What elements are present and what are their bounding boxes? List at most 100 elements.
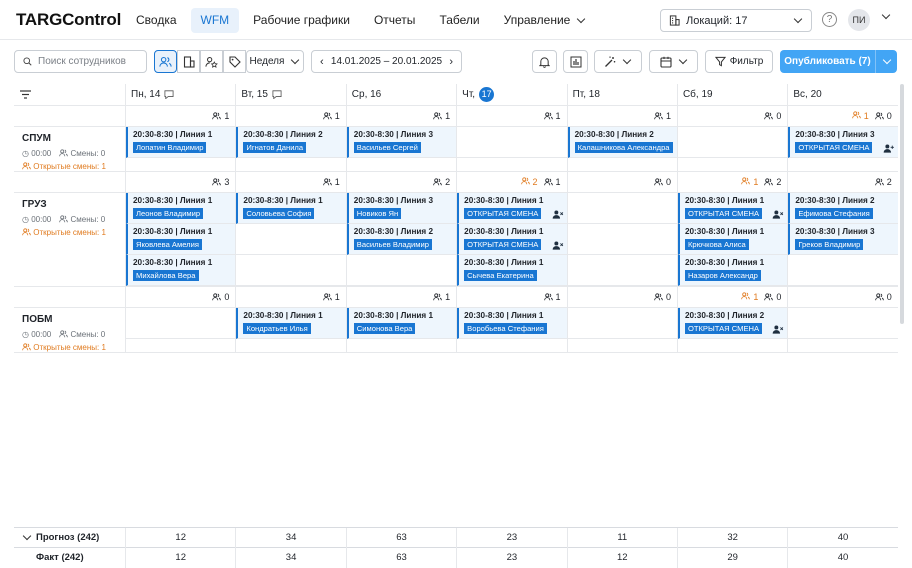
user-remove-icon[interactable] <box>552 241 564 250</box>
shift-employee: Ефимова Стефания <box>795 208 873 219</box>
nav-item-work-schedules[interactable]: Рабочие графики <box>243 8 360 33</box>
shift-card[interactable]: 20:30-8:30 | Линия 3 Васильев Сергей <box>346 127 457 158</box>
sort-icon[interactable] <box>20 90 31 99</box>
empty-slot[interactable] <box>788 255 898 286</box>
group-open-shifts[interactable]: Открытые смены: 1 <box>22 228 125 237</box>
shift-card[interactable]: 20:30-8:30 | Линия 1 Яковлева Амелия <box>126 224 236 255</box>
view-tags-button[interactable] <box>223 50 246 73</box>
nav-item-management[interactable]: Управление <box>494 8 597 33</box>
day-column <box>676 127 788 171</box>
empty-slot[interactable] <box>236 224 346 255</box>
notifications-button[interactable] <box>532 50 557 73</box>
vertical-scrollbar[interactable] <box>900 84 904 324</box>
chevron-left-icon[interactable]: ‹ <box>320 56 324 68</box>
shift-card[interactable]: 20:30-8:30 | Линия 1 ОТКРЫТАЯ СМЕНА <box>457 193 567 224</box>
shift-card[interactable]: 20:30-8:30 | Линия 1 Крючкова Алиса <box>677 224 788 255</box>
nav-item-wfm[interactable]: WFM <box>190 8 240 33</box>
chevron-right-icon[interactable]: › <box>449 56 453 68</box>
shift-card[interactable]: 20:30-8:30 | Линия 3 ОТКРЫТАЯ СМЕНА <box>788 127 898 158</box>
shift-card[interactable]: 20:30-8:30 | Линия 1 ОТКРЫТАЯ СМЕНА <box>677 193 788 224</box>
day-header-7[interactable]: Вс, 20 <box>787 84 897 105</box>
shift-card[interactable]: 20:30-8:30 | Линия 2 Калашникова Александ… <box>567 127 677 158</box>
calendar-button[interactable] <box>649 50 698 73</box>
shift-card[interactable]: 20:30-8:30 | Линия 2 Васильев Владимир <box>346 224 457 255</box>
shift-card[interactable]: 20:30-8:30 | Линия 3 Новиков Ян <box>346 193 457 224</box>
shift-card[interactable]: 20:30-8:30 | Линия 1 Лопатин Владимир <box>126 127 236 158</box>
day-header-4[interactable]: Чт, 17 <box>456 84 566 105</box>
group-name[interactable]: ГРУЗ <box>22 199 125 210</box>
group-name[interactable]: СПУМ <box>22 133 125 144</box>
app-logo[interactable]: TARGControl <box>16 10 121 30</box>
shift-card[interactable]: 20:30-8:30 | Линия 1 Михайлова Вера <box>126 255 236 286</box>
shift-card[interactable]: 20:30-8:30 | Линия 1 ОТКРЫТАЯ СМЕНА <box>457 224 567 255</box>
nav-item-reports[interactable]: Отчеты <box>364 8 425 33</box>
comment-icon[interactable] <box>272 90 282 99</box>
shift-card[interactable]: 20:30-8:30 | Линия 1 Воробьева Стефания <box>457 308 567 339</box>
empty-slot[interactable] <box>567 308 677 339</box>
date-range-picker[interactable]: ‹ 14.01.2025 – 20.01.2025 › <box>311 50 462 73</box>
employee-search[interactable] <box>14 50 147 73</box>
user-remove-icon[interactable] <box>552 210 564 219</box>
shift-card[interactable]: 20:30-8:30 | Линия 1 Сычева Екатерина <box>457 255 567 286</box>
group-name[interactable]: ПОБМ <box>22 314 125 325</box>
day-header-6[interactable]: Сб, 19 <box>676 84 787 105</box>
staff-count: 1 <box>566 106 677 126</box>
shift-employee: Симонова Вера <box>353 323 416 334</box>
user-avatar[interactable]: ПИ <box>848 9 870 31</box>
nav-item-timesheets[interactable]: Табели <box>429 8 489 33</box>
empty-slot[interactable] <box>567 224 677 255</box>
shift-card[interactable]: 20:30-8:30 | Линия 1 Кондратьев Илья <box>236 308 346 339</box>
help-icon[interactable]: ? <box>822 12 837 27</box>
search-input[interactable] <box>38 56 138 67</box>
comment-icon[interactable] <box>164 90 174 99</box>
chevron-down-icon[interactable] <box>881 10 891 20</box>
user-remove-icon[interactable] <box>772 325 784 334</box>
empty-slot[interactable] <box>457 127 567 158</box>
filter-button[interactable]: Фильтр <box>705 50 773 73</box>
empty-slot[interactable] <box>788 308 898 339</box>
location-selector[interactable]: Локаций: 17 <box>660 9 812 32</box>
statistics-button[interactable] <box>563 50 588 73</box>
publish-button[interactable]: Опубликовать (7) <box>780 50 897 73</box>
shift-time: 20:30-8:30 | Линия 1 <box>464 258 544 267</box>
shift-card[interactable]: 20:30-8:30 | Линия 1 Соловьева София <box>236 193 346 224</box>
assigned-count: 2 <box>874 177 892 187</box>
day-header-2[interactable]: Вт, 15 <box>235 84 345 105</box>
empty-slot[interactable] <box>677 127 788 158</box>
empty-slot[interactable] <box>567 193 677 224</box>
user-remove-icon[interactable] <box>772 210 784 219</box>
fact-value: 40 <box>787 547 897 568</box>
chevron-down-icon[interactable] <box>22 531 32 540</box>
group-open-shifts[interactable]: Открытые смены: 1 <box>22 162 125 171</box>
auto-schedule-button[interactable] <box>594 50 642 73</box>
day-column: 20:30-8:30 | Линия 1 Воробьева Стефания <box>456 308 567 352</box>
empty-slot[interactable] <box>567 255 677 286</box>
group-label-cell: СПУМ ◷ 00:00 Смены: 0 Открытые смены: 1 <box>14 127 125 171</box>
view-employees-button[interactable] <box>154 50 177 73</box>
day-header-1[interactable]: Пн, 14 <box>125 84 235 105</box>
shift-card[interactable]: 20:30-8:30 | Линия 3 Греков Владимир <box>788 224 898 255</box>
user-assign-icon[interactable] <box>883 144 895 153</box>
shift-card[interactable]: 20:30-8:30 | Линия 2 Ефимова Стефания <box>788 193 898 224</box>
shift-card[interactable]: 20:30-8:30 | Линия 1 Леонов Владимир <box>126 193 236 224</box>
nav-item-summary[interactable]: Сводка <box>126 8 187 33</box>
chevron-down-icon <box>678 55 687 65</box>
shift-card[interactable]: 20:30-8:30 | Линия 2 Игнатов Данила <box>236 127 346 158</box>
shifts-value: Смены: 0 <box>70 330 106 339</box>
day-header-5[interactable]: Пт, 18 <box>566 84 677 105</box>
period-selector[interactable]: Неделя <box>246 50 304 73</box>
empty-slot[interactable] <box>346 255 457 286</box>
view-locations-button[interactable] <box>177 50 200 73</box>
group-open-shifts[interactable]: Открытые смены: 1 <box>22 343 125 352</box>
day-column <box>566 308 677 352</box>
forecast-label-cell[interactable]: Прогноз (242) <box>14 531 125 543</box>
shift-card[interactable]: 20:30-8:30 | Линия 2 ОТКРЫТАЯ СМЕНА <box>677 308 788 339</box>
day-header-3[interactable]: Ср, 16 <box>345 84 456 105</box>
empty-slot[interactable] <box>126 308 236 339</box>
empty-slot[interactable] <box>236 255 346 286</box>
shift-card[interactable]: 20:30-8:30 | Линия 1 Назаров Александр <box>677 255 788 286</box>
shift-card[interactable]: 20:30-8:30 | Линия 1 Симонова Вера <box>346 308 457 339</box>
count-value: 0 <box>665 177 671 187</box>
view-positions-button[interactable] <box>200 50 223 73</box>
publish-dropdown[interactable] <box>875 50 897 73</box>
